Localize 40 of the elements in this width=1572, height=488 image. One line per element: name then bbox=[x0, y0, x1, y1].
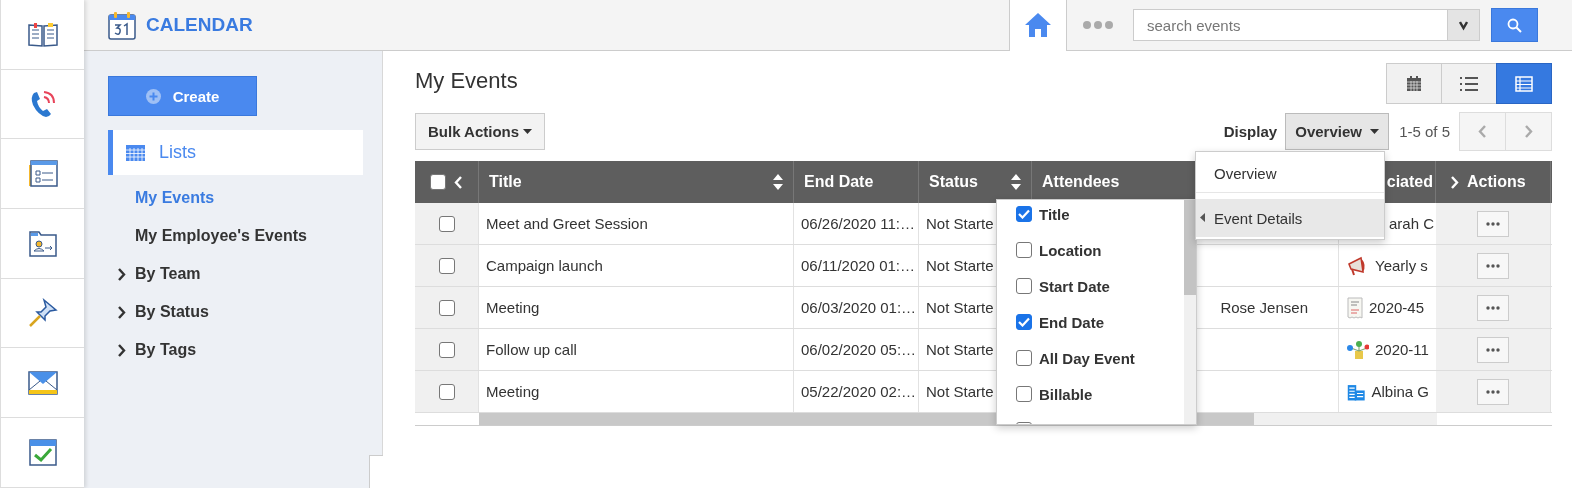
lists-label: Lists bbox=[159, 142, 196, 163]
sidebar-group[interactable]: By Tags bbox=[108, 331, 382, 369]
table-cell: Albina G bbox=[1371, 383, 1429, 400]
column-option-label[interactable]: Location bbox=[1039, 241, 1102, 259]
table-cell: 2020-45 bbox=[1369, 299, 1425, 316]
table-cell: Follow up call bbox=[479, 329, 794, 370]
table-cell: Meeting bbox=[479, 371, 794, 412]
column-option-label[interactable]: All Day Event bbox=[1039, 349, 1135, 367]
table-cell: Campaign launch bbox=[479, 245, 794, 286]
table-cell: 2020-11 bbox=[1375, 341, 1429, 358]
display-dropdown[interactable]: Overview bbox=[1285, 113, 1390, 150]
pagination-text: 1-5 of 5 bbox=[1399, 123, 1450, 140]
search-field[interactable]: search events bbox=[1133, 9, 1447, 41]
table-cell: Meet and Greet Session bbox=[479, 203, 794, 244]
sidebar-item[interactable]: My Events bbox=[108, 179, 382, 217]
column-header[interactable]: Title bbox=[479, 161, 794, 203]
bulk-actions-button[interactable]: Bulk Actions bbox=[415, 113, 546, 150]
table-cell: 06/03/2020 01:… bbox=[794, 287, 919, 328]
sidebar-group[interactable]: By Team bbox=[108, 255, 382, 293]
column-option-label[interactable]: Title bbox=[1039, 205, 1070, 223]
display-label: Display bbox=[1223, 123, 1278, 140]
table-cell: Rose Jensen bbox=[1220, 299, 1308, 316]
menu-item[interactable]: Event Details bbox=[1196, 199, 1384, 237]
column-option-label[interactable]: Start Date bbox=[1039, 277, 1110, 295]
app-title: CALENDAR bbox=[146, 14, 253, 36]
table-cell: 06/26/2020 11:… bbox=[794, 203, 919, 244]
table-cell: Yearly s bbox=[1375, 257, 1428, 274]
table-cell: 06/02/2020 05:… bbox=[794, 329, 919, 370]
column-option-label[interactable]: End Date bbox=[1039, 313, 1104, 331]
table-cell: 05/22/2020 02:… bbox=[794, 371, 919, 412]
sidebar-group[interactable]: By Status bbox=[108, 293, 382, 331]
column-option-label[interactable]: Billable bbox=[1039, 385, 1093, 403]
table-cell: 06/11/2020 01:… bbox=[794, 245, 919, 286]
sidebar-item[interactable]: My Employee's Events bbox=[108, 217, 382, 255]
menu-item[interactable]: Overview bbox=[1196, 154, 1384, 193]
table-cell: Meeting bbox=[479, 287, 794, 328]
table-cell: arah C bbox=[1389, 215, 1435, 232]
lists-header[interactable]: Lists bbox=[108, 130, 363, 175]
page-title: My Events bbox=[415, 68, 518, 94]
column-header[interactable]: End Date bbox=[794, 161, 919, 203]
